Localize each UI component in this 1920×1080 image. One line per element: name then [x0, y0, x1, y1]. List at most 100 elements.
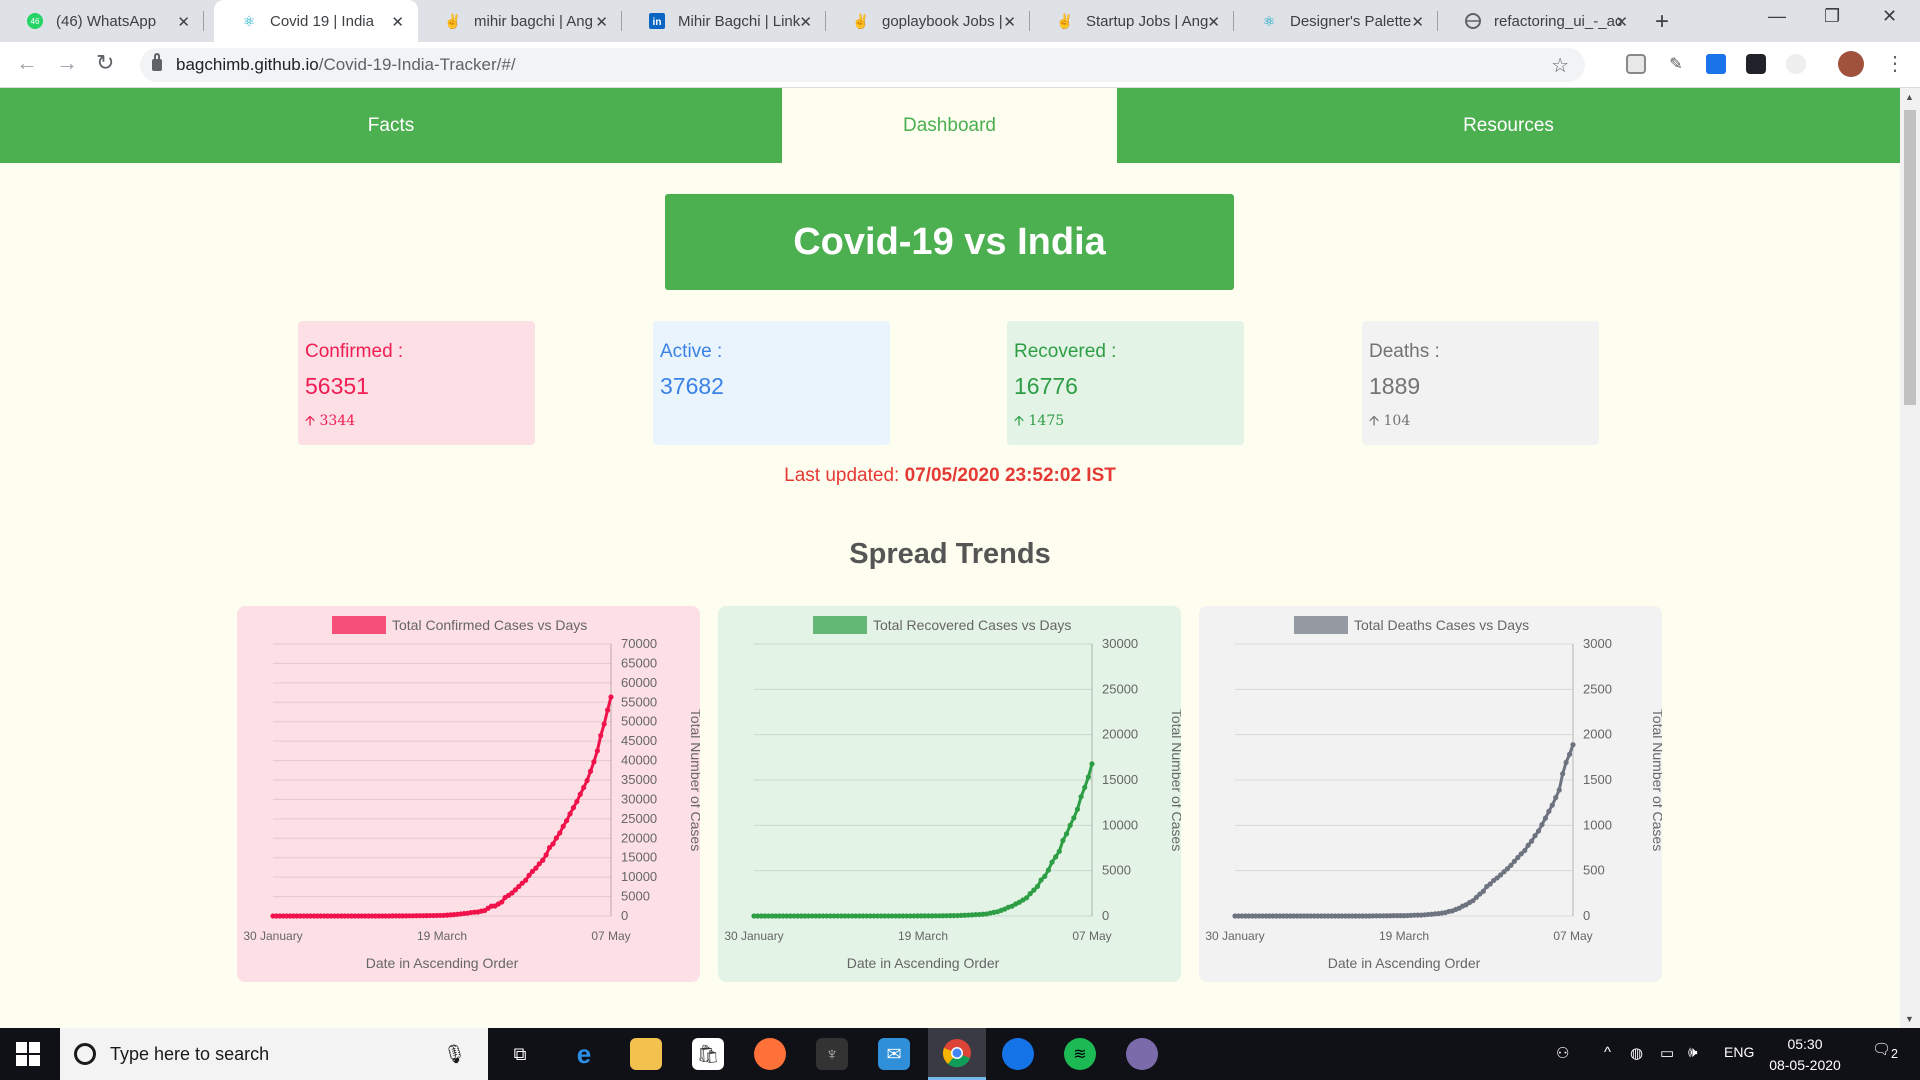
- data-point: [1480, 888, 1486, 894]
- file-explorer-icon[interactable]: [630, 1038, 662, 1070]
- predator-icon[interactable]: ♆: [816, 1038, 848, 1070]
- x-tick-label: 30 January: [243, 929, 302, 943]
- data-point: [594, 748, 600, 754]
- close-window-button[interactable]: ✕: [1882, 6, 1897, 27]
- legend-swatch: [1294, 616, 1348, 634]
- chevron-up-icon[interactable]: ^: [1604, 1044, 1611, 1061]
- browser-tab[interactable]: ✌ Startup Jobs | Ang ✕: [1030, 0, 1234, 42]
- network-icon[interactable]: ◍: [1630, 1044, 1643, 1062]
- language-indicator[interactable]: ENG: [1724, 1044, 1754, 1060]
- y-axis-label: Total Number of Cases: [688, 709, 700, 851]
- search-placeholder: Type here to search: [110, 1043, 270, 1064]
- tab-facts[interactable]: Facts: [0, 88, 782, 163]
- tab-title: (46) WhatsApp: [56, 12, 157, 30]
- tab-dashboard[interactable]: Dashboard: [782, 88, 1117, 163]
- battery-icon[interactable]: ▭: [1660, 1044, 1674, 1062]
- spotify-icon[interactable]: ≋: [1064, 1038, 1096, 1070]
- data-point: [523, 877, 529, 883]
- browser-tab-active[interactable]: ⚛ Covid 19 | India ✕: [214, 0, 418, 42]
- close-icon[interactable]: ✕: [1411, 13, 1424, 31]
- close-icon[interactable]: ✕: [1615, 13, 1628, 31]
- minimize-button[interactable]: —: [1768, 6, 1786, 27]
- extension-icon[interactable]: [1706, 54, 1726, 74]
- page-scrollbar[interactable]: ▲ ▼: [1900, 88, 1920, 1028]
- edge-icon[interactable]: e: [568, 1038, 600, 1070]
- data-point: [1566, 751, 1573, 757]
- data-point: [557, 830, 563, 836]
- store-icon[interactable]: 🛍: [692, 1038, 724, 1070]
- react-devtools-icon[interactable]: [1746, 54, 1766, 74]
- clock[interactable]: 05:30 08-05-2020: [1760, 1034, 1850, 1076]
- close-icon[interactable]: ✕: [1207, 13, 1220, 31]
- data-point: [1563, 759, 1569, 766]
- data-point: [587, 768, 594, 774]
- url-path: /Covid-19-India-Tracker/#/: [318, 55, 516, 74]
- data-point: [540, 857, 546, 863]
- angellist-icon: ✌: [1056, 12, 1074, 29]
- reload-button[interactable]: ↻: [96, 50, 114, 76]
- stat-delta-value: 1475: [1028, 413, 1065, 429]
- browser-tab[interactable]: ✌ goplaybook Jobs | ✕: [826, 0, 1030, 42]
- legend-label: Total Deaths Cases vs Days: [1354, 617, 1529, 633]
- scrollbar-thumb[interactable]: [1904, 110, 1916, 405]
- address-bar[interactable]: bagchimb.github.io/Covid-19-India-Tracke…: [140, 48, 1585, 82]
- chart-confirmed: 0 5000 10000 15000 20000 25000 30000 35000 40000…: [237, 606, 700, 982]
- cast-icon[interactable]: [1626, 54, 1646, 74]
- y-tick-label: 2000: [1583, 727, 1612, 742]
- close-icon[interactable]: ✕: [595, 13, 608, 31]
- menu-icon[interactable]: ⋮: [1885, 51, 1905, 76]
- tab-resources[interactable]: Resources: [1117, 88, 1900, 163]
- microphone-icon[interactable]: 🎙: [443, 1044, 466, 1065]
- scroll-up-icon[interactable]: ▲: [1905, 92, 1914, 102]
- people-icon[interactable]: ⚇: [1556, 1044, 1569, 1062]
- browser-tab[interactable]: 46 (46) WhatsApp ✕: [0, 0, 204, 42]
- firefox-icon[interactable]: [754, 1038, 786, 1070]
- y-tick-label: 30000: [1102, 636, 1138, 651]
- notifications-icon[interactable]: 🗨2: [1872, 1040, 1898, 1061]
- browser-tab[interactable]: ⚛ Designer's Palette ✕: [1234, 0, 1438, 42]
- y-tick-label: 1000: [1583, 817, 1612, 832]
- tab-title: mihir bagchi | Ang: [474, 12, 593, 30]
- close-icon[interactable]: ✕: [177, 13, 190, 31]
- mail-icon[interactable]: ✉: [878, 1038, 910, 1070]
- close-icon[interactable]: ✕: [1003, 13, 1016, 31]
- y-tick-label: 50000: [621, 714, 657, 729]
- close-icon[interactable]: ✕: [799, 13, 812, 31]
- firefox-dev-icon[interactable]: [1002, 1038, 1034, 1070]
- forward-button[interactable]: →: [56, 50, 78, 76]
- browser-tab[interactable]: in Mihir Bagchi | Link ✕: [622, 0, 826, 42]
- browser-tab[interactable]: refactoring_ui_-_ac ✕: [1438, 0, 1642, 42]
- back-button[interactable]: ←: [16, 50, 38, 76]
- data-point: [567, 811, 573, 817]
- legend-label: Total Confirmed Cases vs Days: [392, 617, 587, 633]
- tab-title: Startup Jobs | Ang: [1086, 12, 1209, 30]
- browser-toolbar: ← → ↻ bagchimb.github.io/Covid-19-India-…: [0, 42, 1920, 88]
- volume-icon[interactable]: 🕪: [1688, 1044, 1697, 1061]
- new-tab-button[interactable]: +: [1655, 8, 1669, 36]
- restore-button[interactable]: ❐: [1824, 6, 1840, 27]
- chrome-icon[interactable]: [928, 1028, 986, 1080]
- data-point: [553, 835, 559, 841]
- taskbar-search[interactable]: Type here to search 🎙: [60, 1028, 488, 1080]
- data-point: [1089, 761, 1095, 767]
- scroll-down-icon[interactable]: ▼: [1905, 1014, 1914, 1024]
- x-axis-label: Date in Ascending Order: [1328, 955, 1481, 971]
- chart-recovered: 0 5000 10000 15000 20000 25000 30000 30 January…: [718, 606, 1181, 982]
- app-icon[interactable]: [1126, 1038, 1158, 1070]
- eyedropper-icon[interactable]: ✎: [1666, 54, 1686, 74]
- avatar[interactable]: [1838, 51, 1864, 77]
- tab-title: Designer's Palette: [1290, 12, 1412, 30]
- data-point: [1560, 771, 1566, 777]
- extension-icon[interactable]: [1786, 54, 1806, 74]
- close-icon[interactable]: ✕: [391, 13, 404, 31]
- last-updated-label: Last updated:: [784, 465, 905, 486]
- browser-tab[interactable]: ✌ mihir bagchi | Ang ✕: [418, 0, 622, 42]
- data-point: [1570, 742, 1576, 748]
- last-updated: Last updated: 07/05/2020 23:52:02 IST: [0, 465, 1900, 487]
- windows-start-icon[interactable]: [16, 1042, 40, 1066]
- y-axis-label: Total Number of Cases: [1169, 709, 1181, 851]
- data-point: [604, 707, 611, 713]
- y-tick-label: 10000: [621, 869, 657, 884]
- bookmark-star-icon[interactable]: ☆: [1551, 53, 1569, 78]
- task-view-icon[interactable]: ⧉: [504, 1038, 536, 1070]
